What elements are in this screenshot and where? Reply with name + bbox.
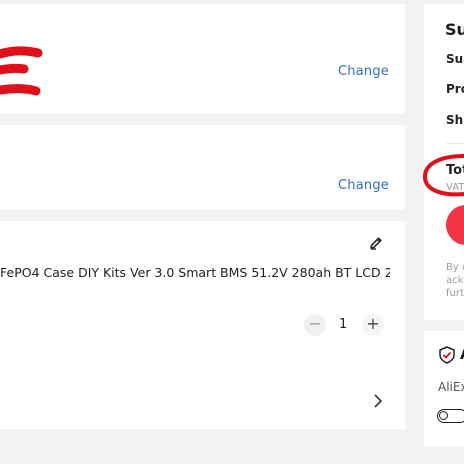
- toggle-knob: [439, 411, 448, 420]
- shipping-address-card: Change: [0, 4, 405, 114]
- terms-line-3: furt: [446, 288, 464, 299]
- quantity-increase-button[interactable]: +: [362, 314, 384, 336]
- subtotal-label: Sub: [446, 52, 464, 66]
- shipping-label: Shi: [446, 113, 464, 127]
- promo-label: Pro: [446, 82, 464, 96]
- shield-check-icon: [439, 346, 455, 364]
- quantity-value: 1: [339, 317, 348, 332]
- change-payment-link[interactable]: Change: [338, 178, 389, 193]
- terms-line-1: By c: [446, 262, 464, 273]
- summary-divider: [446, 143, 464, 144]
- redaction-scribble: [0, 46, 43, 96]
- order-item-card: FePO4 Case DIY Kits Ver 3.0 Smart BMS 51…: [0, 221, 405, 429]
- chevron-right-icon[interactable]: [373, 394, 383, 408]
- protection-heading: A: [460, 345, 464, 363]
- highlight-circle-annotation: [423, 154, 464, 197]
- product-title[interactable]: FePO4 Case DIY Kits Ver 3.0 Smart BMS 51…: [0, 265, 390, 280]
- change-address-link[interactable]: Change: [338, 64, 389, 79]
- summary-heading: Su: [445, 20, 464, 39]
- payment-method-card: Change: [0, 125, 405, 210]
- edit-pencil-icon[interactable]: [368, 235, 384, 251]
- aliexpress-brand-text: AliEx: [438, 380, 464, 394]
- toggle-switch[interactable]: [437, 409, 464, 423]
- terms-line-2: ackn: [446, 275, 464, 286]
- quantity-decrease-button[interactable]: −: [304, 314, 326, 336]
